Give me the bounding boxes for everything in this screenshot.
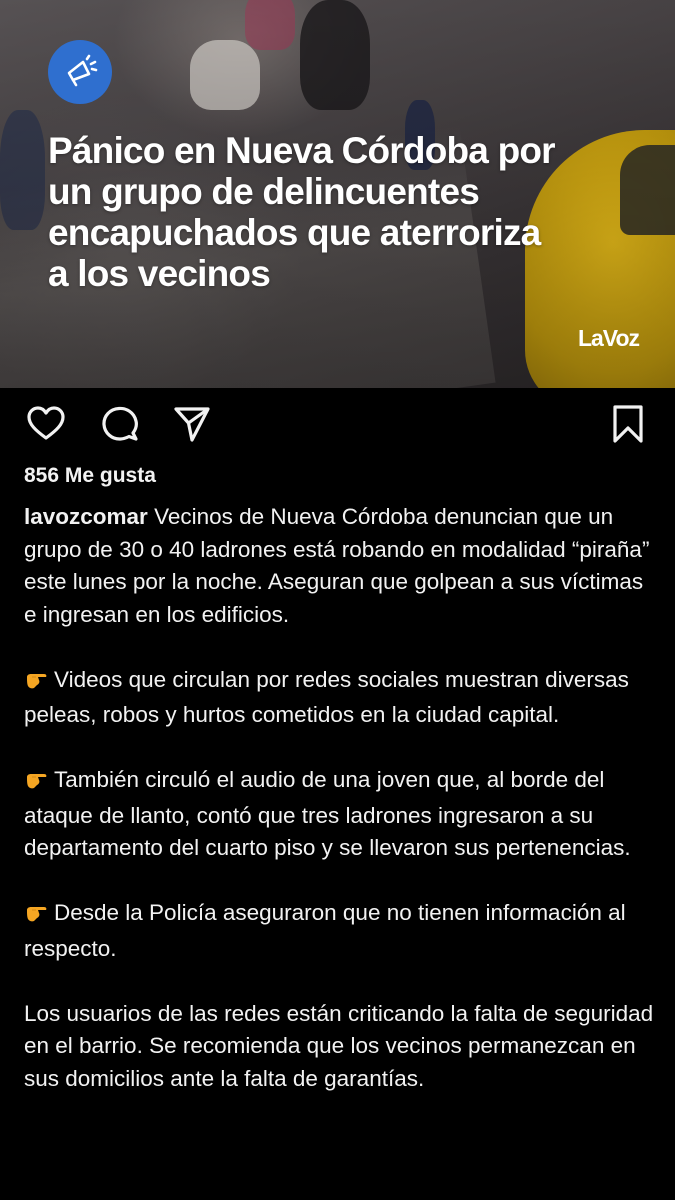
pointing-hand-icon: [24, 767, 50, 800]
caption-point-text: También circuló el audio de una joven qu…: [24, 767, 631, 860]
caption-point: Desde la Policía aseguraron que no tiene…: [24, 897, 656, 965]
caption-intro: lavozcomar Vecinos de Nueva Córdoba denu…: [24, 501, 656, 631]
headline-line: un grupo de delincuentes: [48, 171, 480, 212]
post-caption: lavozcomar Vecinos de Nueva Córdoba denu…: [24, 501, 656, 1095]
post-headline: Pánico en Nueva Córdoba por un grupo de …: [48, 130, 608, 294]
likes-count[interactable]: 856 Me gusta: [24, 464, 156, 488]
bookmark-icon[interactable]: [604, 400, 652, 448]
brand-logo: LaVoz: [577, 325, 640, 351]
caption-point: Videos que circulan por redes sociales m…: [24, 664, 656, 732]
pointing-hand-icon: [24, 900, 50, 933]
caption-point-text: Videos que circulan por redes sociales m…: [24, 666, 629, 728]
instagram-post: Pánico en Nueva Córdoba por un grupo de …: [0, 0, 675, 1200]
caption-point: También circuló el audio de una joven qu…: [24, 764, 656, 865]
caption-point-text: Desde la Policía aseguraron que no tiene…: [24, 900, 626, 961]
headline-line: a los vecinos: [48, 253, 271, 294]
headline-line: Pánico en Nueva Córdoba por: [48, 130, 556, 171]
headline-line: encapuchados que aterroriza: [48, 212, 541, 253]
username-link[interactable]: lavozcomar: [24, 504, 148, 529]
post-image[interactable]: Pánico en Nueva Córdoba por un grupo de …: [0, 0, 675, 388]
megaphone-icon: [48, 40, 112, 104]
share-icon[interactable]: [168, 400, 216, 448]
pointing-hand-icon: [24, 667, 50, 700]
action-bar: [0, 400, 675, 452]
heart-icon[interactable]: [22, 400, 70, 448]
comment-icon[interactable]: [96, 400, 144, 448]
caption-closing: Los usuarios de las redes están critican…: [24, 1000, 654, 1091]
